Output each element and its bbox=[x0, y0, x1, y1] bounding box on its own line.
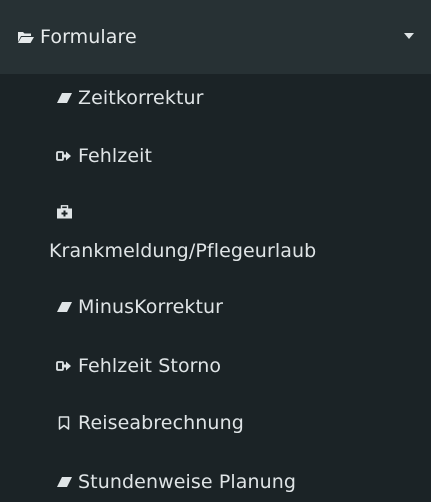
caret-down-icon[interactable] bbox=[404, 33, 414, 39]
menu-item-label: Fehlzeit Storno bbox=[78, 355, 222, 377]
sidebar-menu: Formulare Zeitkorrektur Fehlzeit Krankme… bbox=[0, 0, 431, 502]
menu-item-stundenweise-planung[interactable]: Stundenweise Planung bbox=[0, 454, 431, 502]
menu-item-fehlzeit[interactable]: Fehlzeit bbox=[0, 128, 431, 186]
menu-item-label: Krankmeldung/Pflegeurlaub bbox=[49, 240, 317, 262]
section-title: Formulare bbox=[40, 26, 137, 48]
menu-item-label: Fehlzeit bbox=[78, 145, 153, 167]
menu-item-krankmeldung[interactable]: Krankmeldung/Pflegeurlaub bbox=[0, 186, 431, 284]
menu-item-label: Zeitkorrektur bbox=[78, 87, 204, 109]
bookmark-icon bbox=[56, 416, 73, 430]
sign-out-icon bbox=[56, 149, 73, 163]
sign-out-icon bbox=[56, 359, 73, 373]
section-header-formulare[interactable]: Formulare bbox=[0, 0, 431, 74]
eraser-icon bbox=[56, 300, 73, 314]
menu-item-zeitkorrektur[interactable]: Zeitkorrektur bbox=[0, 74, 431, 128]
menu-item-fehlzeit-storno[interactable]: Fehlzeit Storno bbox=[0, 338, 431, 396]
menu-item-label: MinusKorrektur bbox=[78, 296, 224, 318]
folder-open-icon bbox=[17, 29, 35, 45]
menu-item-minuskorrektur[interactable]: MinusKorrektur bbox=[0, 284, 431, 338]
menu-item-label: Reiseabrechnung bbox=[78, 412, 244, 434]
menu-item-reiseabrechnung[interactable]: Reiseabrechnung bbox=[0, 396, 431, 454]
menu-item-label: Stundenweise Planung bbox=[78, 471, 297, 493]
eraser-icon bbox=[56, 91, 73, 105]
medkit-icon bbox=[56, 205, 73, 219]
eraser-icon bbox=[56, 475, 73, 489]
